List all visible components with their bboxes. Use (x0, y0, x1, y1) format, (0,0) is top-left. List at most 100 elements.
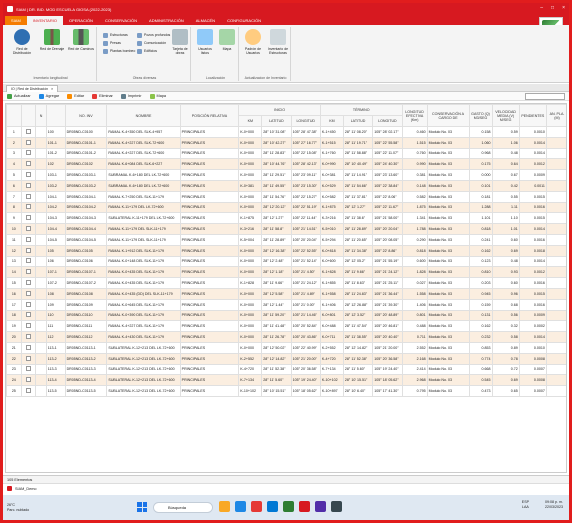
row-checkbox[interactable] (20, 179, 37, 192)
estructuras-button[interactable]: Estructuras (103, 31, 135, 39)
table-row[interactable]: 21 113-1 DR05ND-C0113-1 SUBLATERAL K-12+213… (6, 341, 566, 354)
col-long-efectiva[interactable]: LONGITUD EFECTIVA (Km) (401, 104, 428, 127)
tab-siam[interactable]: SIAM (5, 16, 27, 25)
row-checkbox[interactable] (20, 233, 37, 246)
tarjeta-obras-button[interactable]: Tarjeta de obras (169, 29, 191, 55)
checkbox[interactable] (25, 204, 31, 210)
checkbox[interactable] (25, 355, 31, 361)
tab-inventario[interactable]: INVENTARIO (26, 16, 63, 25)
row-checkbox[interactable] (20, 352, 37, 365)
col-conservacion[interactable]: CONSERVACIÓN A CARGO DE (426, 104, 470, 127)
plantas-bombeo-button[interactable]: Plantas bombeo (103, 47, 135, 55)
checkbox[interactable] (25, 226, 31, 232)
table-row[interactable]: 22 113-2 DR05ND-C0113-2 SUBLATERAL K-12+213… (6, 352, 566, 365)
row-checkbox[interactable] (20, 287, 37, 300)
checkbox[interactable] (25, 366, 31, 372)
row-checkbox[interactable] (20, 147, 37, 160)
checkbox[interactable] (25, 290, 31, 296)
col-lon-inicio[interactable]: LONGITUD (290, 115, 321, 127)
teams-icon[interactable] (315, 501, 326, 512)
row-checkbox[interactable] (20, 341, 37, 354)
table-row[interactable]: 7 104-1 DR05ND-C0104-1 RAMAL K-7+250 DEL SL… (6, 190, 566, 203)
row-checkbox[interactable] (20, 212, 37, 225)
system-clock[interactable]: 09:08 p. m. 22/03/2023 (545, 500, 563, 510)
row-checkbox[interactable] (20, 126, 37, 138)
minimize-icon[interactable]: – (540, 5, 543, 11)
row-checkbox[interactable] (20, 158, 37, 171)
mapa-ribbon-button[interactable]: Mapa (217, 29, 237, 51)
row-checkbox[interactable] (20, 266, 37, 279)
table-row[interactable]: 20 112 DR05ND-C0112 RAMAL K-4+430 DEL SLK-1… (6, 331, 566, 343)
checkbox[interactable] (25, 323, 31, 329)
row-checkbox[interactable] (20, 385, 37, 397)
table-row[interactable]: 14 107-1 DR05ND-C0107-1 RAMAL K-0+435 DEL S… (6, 266, 566, 279)
checkbox[interactable] (25, 193, 31, 199)
checkbox[interactable] (25, 258, 31, 264)
checkbox[interactable] (25, 312, 31, 318)
windows-start-icon[interactable] (137, 502, 147, 512)
table-row[interactable]: 15 107-2 DR05ND-C0107-2 RAMAL K-0+435 DEL S… (6, 277, 566, 289)
row-checkbox[interactable] (20, 298, 37, 311)
row-checkbox[interactable] (20, 255, 37, 268)
table-row[interactable]: 18 110 DR05ND-C0110 RAMAL K-0+390 DEL SLK-1… (6, 309, 566, 322)
table-row[interactable]: 2 101-1 DR05ND-C0101-1 RAMAL K-4+227 DEL SL… (6, 136, 566, 149)
app-strip-label[interactable]: SIAM_Demo (15, 487, 37, 491)
imprimir-button[interactable]: Imprimir (120, 93, 142, 99)
outlook-icon[interactable] (267, 501, 278, 512)
tab-conservacion[interactable]: CONSERVACIÓN (99, 16, 143, 25)
tab-operacion[interactable]: OPERACIÓN (63, 16, 99, 25)
table-row[interactable]: 16 108 DR05ND-C0108 RAMAL K-0+435 (DD) DEL … (6, 287, 566, 300)
table-row[interactable]: 9 104-3 DR05ND-C0104-3 SUBLATERAL K-11+179 … (6, 212, 566, 225)
checkbox[interactable] (25, 344, 31, 350)
col-km-inicio[interactable]: KM (238, 115, 263, 127)
row-checkbox[interactable] (20, 331, 37, 343)
close-tab-icon[interactable]: × (51, 87, 53, 91)
checkbox[interactable] (25, 215, 31, 221)
tab-configuracion[interactable]: CONFIGURACIÓN (221, 16, 267, 25)
checkbox[interactable] (25, 172, 31, 178)
tab-almacen[interactable]: ALMACÉN (190, 16, 221, 25)
row-checkbox[interactable] (20, 190, 37, 203)
table-row[interactable]: 3 101-2 DR05ND-C0101-2 RAMAL K-4+227 DEL SL… (6, 147, 566, 160)
col-km-termino[interactable]: KM (319, 115, 344, 127)
col-id[interactable] (45, 104, 66, 127)
table-row[interactable]: 25 113-5 DR05ND-C0113-5 SUBLATERAL K-12+213… (6, 385, 566, 397)
maximize-icon[interactable]: □ (551, 5, 554, 11)
table-row[interactable]: 12 105 DR05ND-C0105 RAMAL K-1+912 DEL SLK-1… (6, 244, 566, 257)
chrome-icon[interactable] (251, 501, 262, 512)
table-row[interactable]: 19 111 DR05ND-C0111 RAMAL K-4+227 DEL SLK-1… (6, 320, 566, 333)
comunicacion-button[interactable]: Comunicación (137, 39, 170, 47)
red-drenaje-button[interactable]: Red de Drenaje (39, 29, 65, 51)
checkbox[interactable] (25, 161, 31, 167)
red-caminos-button[interactable]: Red de Caminos (67, 29, 95, 51)
checkbox[interactable] (25, 128, 31, 134)
mapa-button[interactable]: Mapa (149, 93, 166, 99)
doc-tab-red-distribucion[interactable]: IO | Red de Distribución × (6, 85, 59, 92)
checkbox[interactable] (25, 150, 31, 156)
table-row[interactable]: 5 103-1 DR05ND-C0103-1 SUBRAMAL K-6+180 DEL… (6, 169, 566, 181)
checkbox[interactable] (25, 269, 31, 275)
checkbox[interactable] (25, 280, 31, 286)
usuarios-listos-button[interactable]: Usuarios listos (195, 29, 215, 55)
col-no-inv[interactable]: NO. INV (64, 104, 108, 127)
eliminar-button[interactable]: Eliminar (92, 93, 113, 99)
language-indicator[interactable]: ESP LAA (522, 500, 529, 510)
red-distribucion-button[interactable]: Red de Distribución (7, 29, 37, 55)
checkbox[interactable] (25, 388, 31, 394)
excel-icon[interactable] (283, 501, 294, 512)
row-checkbox[interactable] (20, 169, 37, 181)
table-row[interactable]: 17 109 DR05ND-C0109 RAMAL K-0+645 DEL SLK-1… (6, 298, 566, 311)
edge-icon[interactable] (235, 501, 246, 512)
checkbox[interactable] (25, 334, 31, 340)
col-lon-termino[interactable]: LONGITUD (372, 115, 403, 127)
pozos-button[interactable]: Pozos profundos (137, 31, 170, 39)
row-checkbox[interactable] (20, 320, 37, 333)
file-explorer-icon[interactable] (219, 501, 230, 512)
checkbox[interactable] (25, 247, 31, 253)
col-lat-inicio[interactable]: LATITUD (261, 115, 292, 127)
checkbox[interactable] (25, 182, 31, 188)
row-checkbox[interactable] (20, 201, 37, 214)
table-row[interactable]: 1 100 DR05ND-C0100 RAMAL K-4+350 DEL SLK-4+… (6, 126, 566, 138)
row-checkbox[interactable] (20, 136, 37, 149)
table-row[interactable]: 24 113-4 DR05ND-C0113-4 SUBLATERAL K-12+213… (6, 374, 566, 387)
